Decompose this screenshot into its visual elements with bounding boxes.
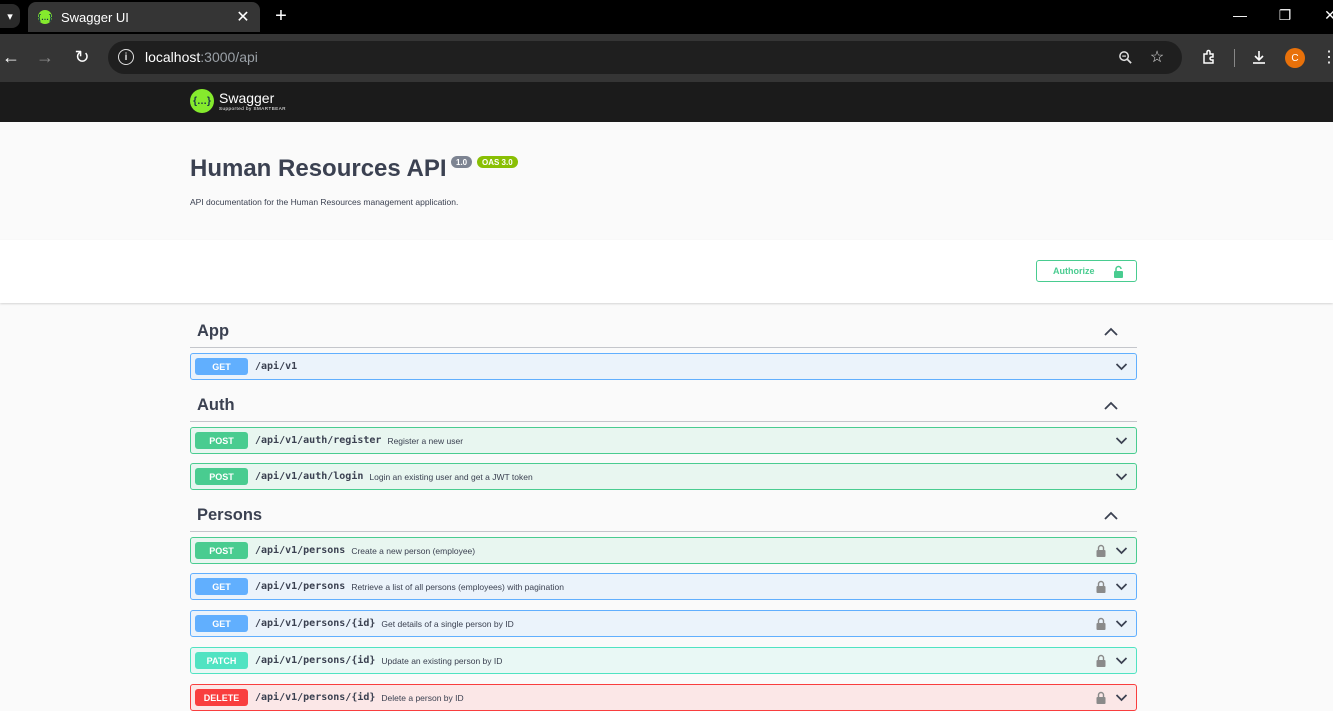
version-badge: 1.0	[451, 156, 473, 168]
swagger-logo-sub: Supported by SMARTBEAR	[219, 105, 286, 111]
operation-path: /api/v1/auth/register	[255, 435, 382, 446]
lock-icon[interactable]	[1096, 580, 1106, 593]
extensions-icon[interactable]	[1198, 46, 1220, 68]
operation-path: /api/v1	[255, 361, 298, 372]
api-info: Human Resources API 1.0 OAS 3.0 API docu…	[0, 122, 1333, 240]
browser-menu-icon[interactable]: ⋮	[1318, 46, 1333, 68]
new-tab-icon[interactable]: +	[270, 4, 292, 28]
chevron-down-icon[interactable]	[1115, 656, 1128, 665]
toolbar-divider	[1234, 49, 1235, 67]
operation-path: /api/v1/persons	[255, 581, 346, 592]
tab-title: Swagger UI	[61, 9, 129, 25]
api-description: API documentation for the Human Resource…	[190, 197, 459, 207]
chevron-up-icon[interactable]	[1103, 325, 1119, 337]
operation-summary: Create a new person (employee)	[351, 545, 476, 556]
zoom-icon[interactable]	[1115, 47, 1135, 67]
bookmark-star-icon[interactable]: ☆	[1147, 47, 1167, 67]
browser-tab[interactable]: {…} Swagger UI ✕	[28, 2, 260, 32]
swagger-favicon-icon: {…}	[38, 10, 52, 24]
lock-icon[interactable]	[1096, 654, 1106, 667]
tag-name: Persons	[197, 506, 263, 524]
restore-icon[interactable]: ❐	[1274, 4, 1296, 26]
method-badge: PATCH	[195, 652, 248, 669]
page-title: Human Resources API	[190, 155, 447, 182]
chevron-down-icon[interactable]	[1115, 693, 1128, 702]
swagger-logo-name: Swagger	[219, 89, 275, 106]
operation-post-register[interactable]: POST /api/v1/auth/register Register a ne…	[190, 427, 1137, 454]
operation-post-login[interactable]: POST /api/v1/auth/login Login an existin…	[190, 463, 1137, 490]
lock-icon[interactable]	[1096, 617, 1106, 630]
operation-delete-person[interactable]: DELETE /api/v1/persons/{id} Delete a per…	[190, 684, 1137, 711]
swagger-logo-icon: {…}	[190, 89, 214, 113]
swagger-logo[interactable]: {…} Swagger Supported by SMARTBEAR	[190, 89, 286, 113]
site-info-icon[interactable]: i	[118, 49, 134, 65]
tag-name: App	[197, 322, 230, 340]
chevron-down-icon[interactable]	[1115, 582, 1128, 591]
operation-get-persons[interactable]: GET /api/v1/persons Retrieve a list of a…	[190, 573, 1137, 600]
method-badge: POST	[195, 468, 248, 485]
method-badge: POST	[195, 432, 248, 449]
back-icon[interactable]: ←	[0, 46, 22, 68]
scheme-container: Authorize	[0, 240, 1333, 303]
url-text[interactable]: localhost:3000/api	[145, 49, 258, 65]
chevron-down-icon[interactable]	[1115, 546, 1128, 555]
method-badge: GET	[195, 615, 248, 632]
tag-name: Auth	[197, 396, 235, 414]
method-badge: DELETE	[195, 689, 248, 706]
operation-path: /api/v1/persons/{id}	[255, 692, 376, 703]
chevron-up-icon[interactable]	[1103, 509, 1119, 521]
chevron-down-icon[interactable]	[1115, 619, 1128, 628]
operation-summary: Update an existing person by ID	[381, 655, 503, 666]
unlocked-icon	[1114, 265, 1123, 278]
reload-icon[interactable]: ↻	[71, 46, 93, 68]
method-badge: POST	[195, 542, 248, 559]
window-close-icon[interactable]: ✕	[1319, 4, 1333, 26]
operation-summary: Get details of a single person by ID	[381, 618, 514, 629]
operation-path: /api/v1/auth/login	[255, 471, 364, 482]
tag-auth[interactable]: Auth	[190, 391, 1137, 422]
operation-summary: Login an existing user and get a JWT tok…	[369, 471, 533, 482]
forward-icon[interactable]: →	[34, 46, 56, 68]
address-bar[interactable]: i localhost:3000/api ☆	[108, 41, 1182, 74]
chevron-up-icon[interactable]	[1103, 399, 1119, 411]
operation-summary: Delete a person by ID	[381, 692, 464, 703]
browser-tab-bar: ▾ {…} Swagger UI ✕ + — ❐ ✕	[0, 0, 1333, 34]
authorize-button[interactable]: Authorize	[1036, 260, 1137, 282]
lock-icon[interactable]	[1096, 544, 1106, 557]
chevron-down-icon[interactable]	[1115, 362, 1128, 371]
swagger-topbar: {…} Swagger Supported by SMARTBEAR	[0, 82, 1333, 122]
operation-get-api-v1[interactable]: GET /api/v1	[190, 353, 1137, 380]
chevron-down-icon[interactable]	[1115, 436, 1128, 445]
operation-post-persons[interactable]: POST /api/v1/persons Create a new person…	[190, 537, 1137, 564]
operation-summary: Register a new user	[387, 435, 464, 446]
downloads-icon[interactable]	[1248, 46, 1270, 68]
operation-path: /api/v1/persons/{id}	[255, 655, 376, 666]
method-badge: GET	[195, 578, 248, 595]
minimize-icon[interactable]: —	[1229, 4, 1251, 26]
tag-persons[interactable]: Persons	[190, 501, 1137, 532]
operation-path: /api/v1/persons/{id}	[255, 618, 376, 629]
tab-close-icon[interactable]: ✕	[234, 8, 252, 26]
tab-search-chevron-icon[interactable]: ▾	[0, 4, 20, 28]
tag-app[interactable]: App	[190, 317, 1137, 348]
operation-patch-person[interactable]: PATCH /api/v1/persons/{id} Update an exi…	[190, 647, 1137, 674]
operation-path: /api/v1/persons	[255, 545, 346, 556]
chevron-down-icon[interactable]	[1115, 472, 1128, 481]
lock-icon[interactable]	[1096, 691, 1106, 704]
method-badge: GET	[195, 358, 248, 375]
operation-summary: Retrieve a list of all persons (employee…	[351, 581, 564, 592]
profile-avatar[interactable]: C	[1285, 48, 1305, 68]
browser-toolbar: ← → ↻ i localhost:3000/api ☆ C ⋮	[0, 34, 1333, 82]
oas-badge: OAS 3.0	[477, 156, 518, 168]
operation-get-person-by-id[interactable]: GET /api/v1/persons/{id} Get details of …	[190, 610, 1137, 637]
